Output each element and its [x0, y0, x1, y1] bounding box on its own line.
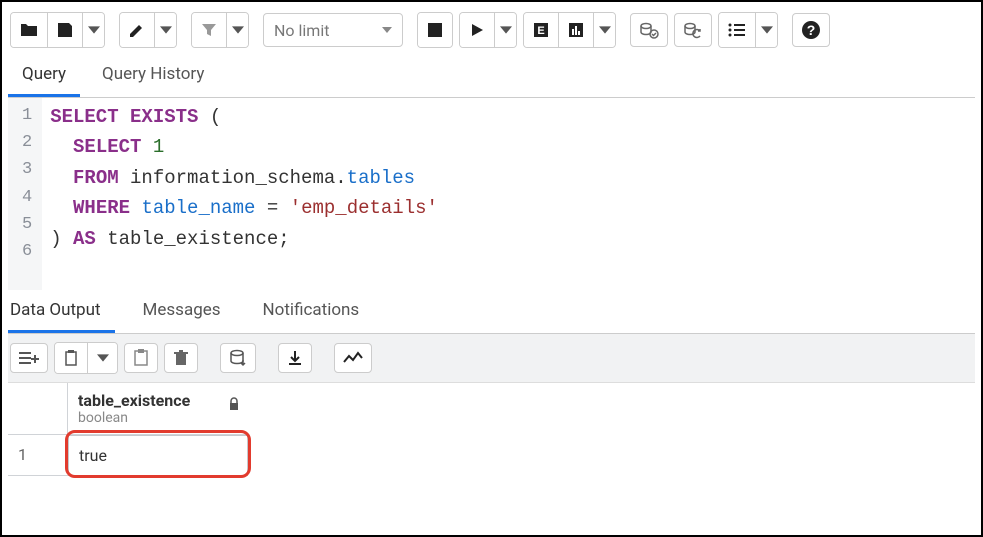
code-area[interactable]: SELECT EXISTS ( SELECT 1 FROM informatio… [42, 98, 446, 290]
commit-icon [639, 21, 659, 39]
execute-group [459, 12, 517, 48]
chevron-down-icon [500, 24, 512, 36]
execute-dropdown[interactable] [494, 13, 516, 47]
tab-query-history[interactable]: Query History [88, 58, 218, 97]
macro-dropdown[interactable] [755, 13, 777, 47]
copy-icon [63, 349, 79, 367]
macro-button[interactable] [719, 13, 755, 47]
download-icon [287, 349, 303, 367]
filter-button[interactable] [192, 13, 226, 47]
triangle-down-icon [382, 27, 392, 33]
file-group [10, 12, 105, 48]
delete-row-button[interactable] [164, 343, 198, 373]
help-button[interactable]: ? [792, 13, 830, 47]
edit-button[interactable] [120, 13, 154, 47]
download-button[interactable] [278, 343, 312, 373]
save-dropdown[interactable] [82, 13, 104, 47]
copy-button[interactable] [55, 343, 87, 373]
open-file-button[interactable] [11, 13, 47, 47]
chevron-down-icon [232, 24, 244, 36]
column-type: boolean [78, 410, 238, 426]
filter-icon [200, 21, 218, 39]
column-header[interactable]: table_existence boolean [68, 383, 248, 435]
stop-icon [428, 23, 442, 37]
paste-button[interactable] [124, 343, 158, 373]
explain-analyze-button[interactable] [558, 13, 593, 47]
analyze-icon [567, 21, 585, 39]
row-limit-label: No limit [274, 21, 329, 40]
chevron-down-icon [599, 24, 611, 36]
explain-dropdown[interactable] [593, 13, 615, 47]
paste-icon [133, 349, 149, 367]
output-toolbar [8, 334, 975, 383]
execute-button[interactable] [460, 13, 494, 47]
run-group [417, 12, 453, 48]
chevron-down-icon [761, 24, 773, 36]
main-toolbar: No limit E [8, 8, 975, 58]
folder-icon [19, 22, 39, 38]
chevron-down-icon [97, 352, 109, 364]
rollback-button[interactable] [674, 13, 712, 47]
svg-text:E: E [537, 25, 544, 37]
explain-icon: E [532, 21, 550, 39]
trash-icon [173, 349, 189, 367]
help-icon: ? [801, 20, 821, 40]
macro-group [718, 12, 778, 48]
column-name: table_existence [78, 391, 238, 410]
output-tabs: Data Output Messages Notifications [8, 294, 975, 334]
lock-icon [228, 397, 240, 411]
filter-group [191, 12, 249, 48]
tab-notifications[interactable]: Notifications [261, 294, 374, 333]
svg-text:?: ? [807, 22, 816, 38]
save-data-icon [229, 349, 247, 367]
row-limit-select[interactable]: No limit [263, 13, 403, 47]
save-icon [56, 21, 74, 39]
edit-group [119, 12, 177, 48]
corner-cell [8, 383, 68, 435]
pencil-icon [128, 21, 146, 39]
copy-dropdown[interactable] [87, 343, 117, 373]
play-icon [469, 22, 485, 38]
commit-button[interactable] [630, 13, 668, 47]
result-grid: table_existence boolean 1 true [8, 383, 975, 476]
filter-dropdown[interactable] [226, 13, 248, 47]
sql-editor[interactable]: 123456 SELECT EXISTS ( SELECT 1 FROM inf… [8, 98, 975, 290]
save-data-button[interactable] [220, 343, 256, 373]
stop-button[interactable] [418, 13, 452, 47]
tab-data-output[interactable]: Data Output [8, 294, 115, 333]
result-grid-wrap: table_existence boolean 1 true [8, 383, 975, 476]
row-number[interactable]: 1 [8, 435, 68, 476]
line-gutter: 123456 [8, 98, 42, 290]
explain-group: E [523, 12, 616, 48]
copy-group [54, 342, 118, 374]
tab-query[interactable]: Query [8, 58, 80, 97]
graph-icon [343, 351, 363, 365]
chevron-down-icon [160, 24, 172, 36]
tab-messages[interactable]: Messages [141, 294, 235, 333]
add-row-button[interactable] [10, 343, 48, 373]
chevron-down-icon [88, 24, 100, 36]
rollback-icon [683, 21, 703, 39]
edit-dropdown[interactable] [154, 13, 176, 47]
graph-button[interactable] [334, 343, 372, 373]
editor-tabs: Query Query History [8, 58, 975, 98]
save-button[interactable] [47, 13, 82, 47]
explain-button[interactable]: E [524, 13, 558, 47]
list-icon [727, 22, 747, 38]
data-cell[interactable]: true [68, 435, 248, 476]
add-row-icon [19, 350, 39, 366]
